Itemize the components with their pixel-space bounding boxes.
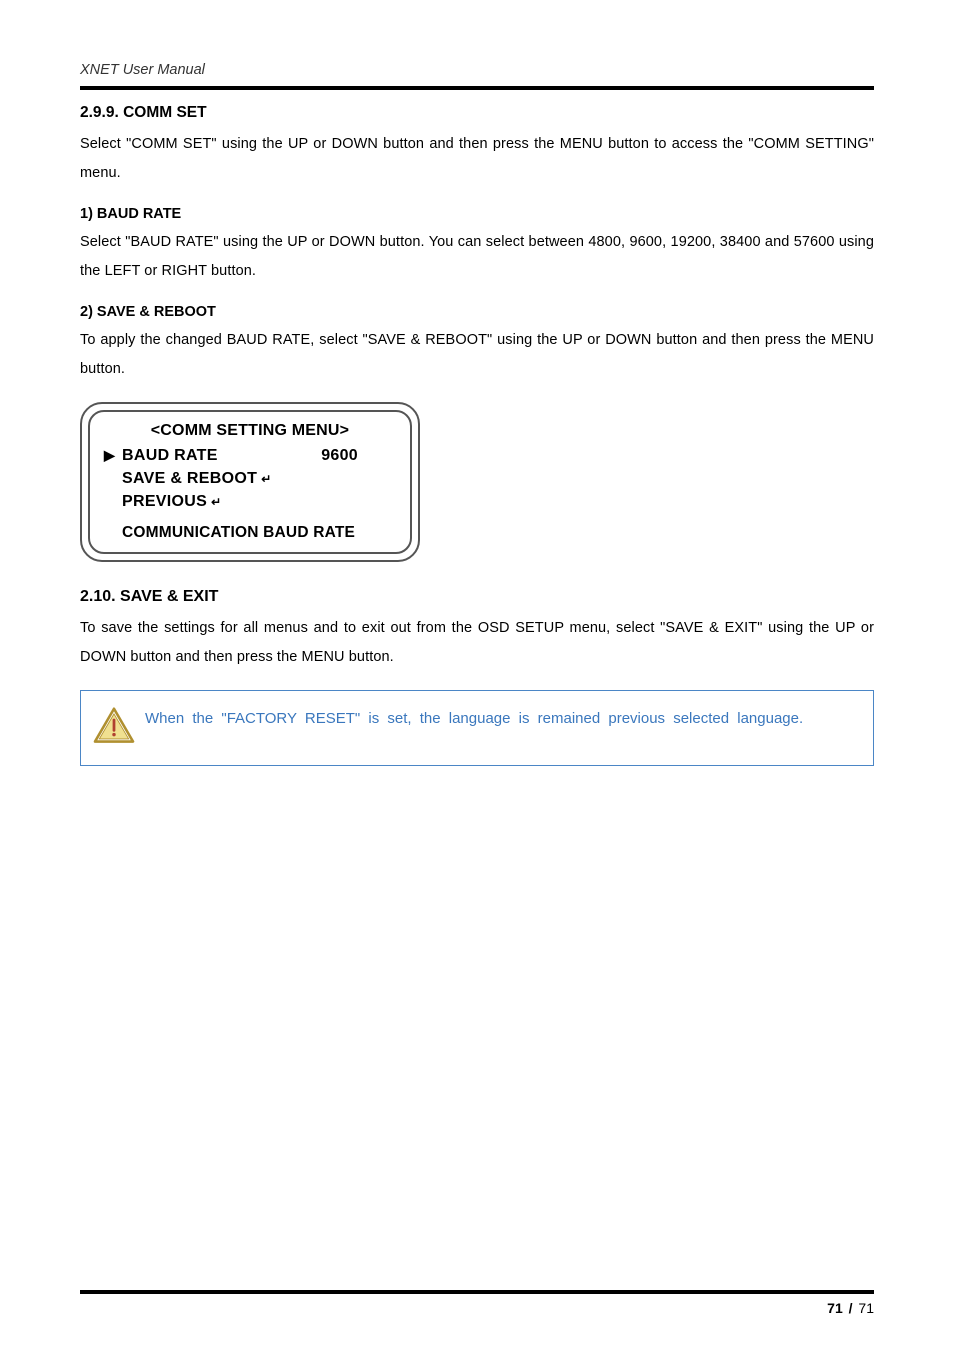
heading-comm-set: 2.9.9. COMM SET: [80, 104, 874, 122]
osd-label-baud-rate: BAUD RATE: [122, 444, 218, 467]
text-save-exit: To save the settings for all menus and t…: [80, 614, 874, 672]
osd-footer: COMMUNICATION BAUD RATE: [102, 524, 398, 542]
text-comm-set-intro: Select "COMM SET" using the UP or DOWN b…: [80, 130, 874, 188]
warning-icon: [93, 707, 135, 745]
osd-title: <COMM SETTING MENU>: [102, 422, 398, 440]
page-number: 71 / 71: [80, 1300, 874, 1316]
osd-row-previous: PREVIOUS ↵: [102, 490, 398, 513]
page-current: 71: [827, 1300, 843, 1316]
osd-label-save-reboot: SAVE & REBOOT: [122, 467, 257, 490]
osd-inner: <COMM SETTING MENU> ▶ BAUD RATE 9600 SAV…: [88, 410, 412, 554]
osd-row-baud-rate: ▶ BAUD RATE 9600: [102, 444, 398, 467]
manual-title: XNET User Manual: [80, 62, 874, 78]
heading-baud-rate: 1) BAUD RATE: [80, 206, 874, 222]
osd-cursor-icon: ▶: [104, 445, 122, 465]
page-total: 71: [858, 1300, 874, 1316]
header-rule: [80, 86, 874, 90]
return-icon: ↵: [211, 494, 221, 511]
text-baud-rate: Select "BAUD RATE" using the UP or DOWN …: [80, 228, 874, 286]
return-icon: ↵: [261, 471, 271, 488]
osd-label-previous: PREVIOUS: [122, 490, 207, 513]
page-separator: /: [849, 1300, 853, 1316]
heading-save-reboot: 2) SAVE & REBOOT: [80, 304, 874, 320]
text-save-reboot: To apply the changed BAUD RATE, select "…: [80, 326, 874, 384]
osd-panel: <COMM SETTING MENU> ▶ BAUD RATE 9600 SAV…: [80, 402, 420, 562]
note-text: When the "FACTORY RESET" is set, the lan…: [145, 705, 861, 734]
note-box: When the "FACTORY RESET" is set, the lan…: [80, 690, 874, 766]
heading-save-exit: 2.10. SAVE & EXIT: [80, 588, 874, 606]
footer-rule: [80, 1290, 874, 1294]
osd-value-baud-rate: 9600: [321, 444, 398, 467]
osd-row-save-reboot: SAVE & REBOOT ↵: [102, 467, 398, 490]
